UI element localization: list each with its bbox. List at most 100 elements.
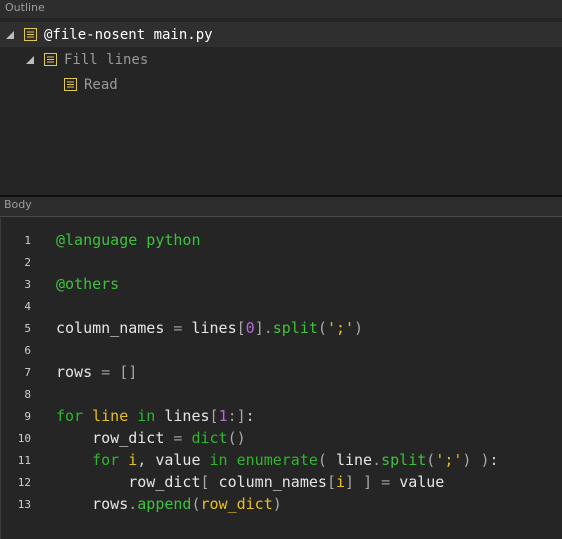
- code-text[interactable]: for line in lines[1:]:: [56, 407, 255, 425]
- code-token-ident: column_names: [209, 473, 327, 491]
- code-token-ident: [128, 407, 137, 425]
- line-number: 2: [24, 255, 31, 269]
- code-token-op: =: [164, 319, 192, 337]
- line-number: 7: [24, 365, 31, 379]
- code-token-string: i: [128, 451, 138, 469]
- code-line[interactable]: 13 rows.append(row_dict): [1, 493, 562, 515]
- code-token-ident: lines: [155, 407, 210, 425]
- code-token-ident: column_names: [56, 319, 165, 337]
- code-token-bracket: [: [236, 319, 246, 337]
- expanded-triangle-icon[interactable]: [25, 55, 35, 65]
- code-token-number: 0: [245, 319, 255, 337]
- code-token-op: =: [92, 363, 120, 381]
- code-token-builtin: dict: [191, 429, 228, 447]
- code-token-punct: ,: [137, 451, 156, 469]
- node-icon: [24, 28, 37, 41]
- code-token-punct: :: [489, 451, 499, 469]
- code-token-ident: [354, 473, 363, 491]
- code-token-ident: row_dict: [56, 429, 165, 447]
- code-line[interactable]: 5 column_names = lines[0].split(';'): [1, 317, 562, 339]
- code-token-bracket: (): [227, 429, 246, 447]
- code-token-ident: rows: [56, 363, 93, 381]
- outline-node-label: Fill lines: [64, 51, 149, 68]
- code-token-bracket: [: [200, 473, 210, 491]
- code-token-bracket: ]: [254, 319, 264, 337]
- code-token-bracket: ): [272, 495, 282, 513]
- code-text[interactable]: row_dict = dict(): [56, 429, 246, 447]
- code-token-bracket: (: [317, 451, 327, 469]
- line-number: 13: [17, 497, 31, 511]
- code-line[interactable]: 7 rows = []: [1, 361, 562, 383]
- node-icon: [44, 53, 57, 66]
- code-text[interactable]: row_dict[ column_names[i] ] = value: [56, 473, 444, 491]
- code-text[interactable]: column_names = lines[0].split(';'): [56, 319, 363, 337]
- node-icon: [64, 78, 77, 91]
- line-number: 11: [17, 453, 31, 467]
- code-token-bracket: ): [480, 451, 490, 469]
- code-token-string: ';': [435, 451, 463, 469]
- outline-pane-header: Outline: [0, 0, 562, 18]
- code-token-op: =: [164, 429, 192, 447]
- code-token-ident: row_dict: [56, 473, 201, 491]
- code-line[interactable]: 9 for line in lines[1:]:: [1, 405, 562, 427]
- code-token-keyword: in: [137, 407, 156, 425]
- code-token-op: .: [372, 451, 382, 469]
- code-token-ident: value: [399, 473, 445, 491]
- line-number: 12: [17, 475, 31, 489]
- line-number: 10: [17, 431, 31, 445]
- outline-node-read[interactable]: Read: [0, 72, 118, 97]
- code-text[interactable]: for i, value in enumerate( line.split(';…: [56, 451, 499, 469]
- outline-node-file-main[interactable]: @file-nosent main.py: [0, 22, 562, 47]
- code-line[interactable]: 8: [1, 383, 562, 405]
- code-token-op: :: [227, 407, 237, 425]
- outline-node-label: @file-nosent main.py: [44, 26, 213, 43]
- code-token-string: line: [92, 407, 129, 425]
- code-line[interactable]: 10 row_dict = dict(): [1, 427, 562, 449]
- code-token-ident: line: [326, 451, 373, 469]
- code-line[interactable]: 11 for i, value in enumerate( line.split…: [1, 449, 562, 471]
- code-token-ident: lines: [191, 319, 237, 337]
- code-token-string: row_dict: [200, 495, 273, 513]
- code-token-bracket: [: [326, 473, 336, 491]
- code-token-bracket: ]: [363, 473, 373, 491]
- code-token-ident: [56, 451, 92, 469]
- code-token-bracket: (: [191, 495, 201, 513]
- code-line[interactable]: 3 @others: [1, 273, 562, 295]
- outline-node-fill-lines[interactable]: Fill lines: [0, 47, 148, 72]
- code-token-keyword: for: [92, 451, 120, 469]
- code-token-ident: [119, 451, 128, 469]
- code-text[interactable]: @others: [56, 275, 119, 293]
- code-token-punct: :: [245, 407, 255, 425]
- code-token-bracket: []: [119, 363, 138, 381]
- code-token-op: .: [128, 495, 138, 513]
- code-token-directive: @others: [56, 275, 120, 293]
- code-token-method: split: [272, 319, 318, 337]
- code-text[interactable]: @language python: [56, 231, 201, 249]
- code-token-ident: [228, 451, 237, 469]
- code-token-bracket: ]: [236, 407, 246, 425]
- code-text[interactable]: rows.append(row_dict): [56, 495, 282, 513]
- code-line[interactable]: 12 row_dict[ column_names[i] ] = value: [1, 471, 562, 493]
- code-token-bracket: [: [209, 407, 219, 425]
- line-number: 9: [24, 409, 31, 423]
- code-line[interactable]: 1 @language python: [1, 229, 562, 251]
- code-token-bracket: (: [426, 451, 436, 469]
- code-line[interactable]: 4: [1, 295, 562, 317]
- code-token-method: append: [137, 495, 192, 513]
- code-token-bracket: ): [354, 319, 364, 337]
- outline-node-label: Read: [84, 76, 118, 93]
- code-token-bracket: (: [317, 319, 327, 337]
- body-pane-header: Body: [0, 197, 562, 217]
- line-number: 8: [24, 387, 31, 401]
- code-text[interactable]: rows = []: [56, 363, 137, 381]
- body-editor[interactable]: 1 @language python 2 3 @others 4 5 column_names…: [0, 218, 562, 539]
- outline-pane: Outline @file-nosent main.py Fill lines: [0, 0, 562, 195]
- code-token-ident: rows: [56, 495, 129, 513]
- code-token-bracket: ]: [345, 473, 355, 491]
- line-number: 4: [24, 299, 31, 313]
- code-line[interactable]: 6: [1, 339, 562, 361]
- code-line[interactable]: 2: [1, 251, 562, 273]
- code-token-method: split: [381, 451, 427, 469]
- expanded-triangle-icon[interactable]: [5, 30, 15, 40]
- code-token-string: i: [335, 473, 345, 491]
